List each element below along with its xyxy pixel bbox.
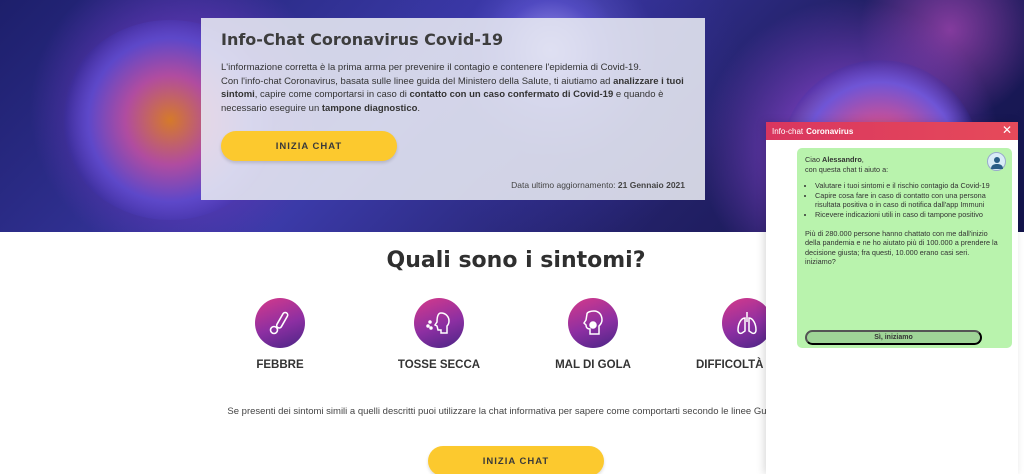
list-item: Valutare i tuoi sintomi e il rischio con… [815, 181, 1004, 191]
intro-paragraph: L'informazione corretta è la prima arma … [221, 61, 685, 115]
symptom-label: MAL DI GOLA [555, 359, 631, 371]
chat-message: Ciao Alessandro, con questa chat ti aiut… [797, 148, 1012, 348]
intro-text: Con l'info-chat Coronavirus, basata sull… [221, 75, 614, 87]
symptom-dry-cough: TOSSE SECCA [369, 298, 509, 371]
symptom-label: TOSSE SECCA [397, 359, 481, 371]
chat-panel: Info-chat Coronavirus ✕ Ciao Alessandro, … [766, 122, 1018, 474]
symptom-sore-throat: MAL DI GOLA [523, 298, 663, 371]
chat-bullet-list: Valutare i tuoi sintomi e il rischio con… [805, 181, 1004, 219]
intro-line: L'informazione corretta è la prima arma … [221, 62, 642, 73]
intro-bold: tampone diagnostico [321, 102, 418, 114]
symptom-fever: FEBBRE [210, 298, 350, 371]
last-update-date: 21 Gennaio 2021 [617, 180, 685, 190]
chat-header-title-bold: Coronavirus [806, 126, 854, 136]
intro-text: . [417, 102, 421, 114]
doctor-avatar-icon [987, 152, 1006, 171]
page-title: Info-Chat Coronavirus Covid-19 [221, 30, 504, 49]
user-name: Alessandro [822, 155, 862, 164]
greeting-prefix: Ciao [805, 155, 823, 164]
confirm-start-button[interactable]: Sì, iniziamo [805, 330, 982, 345]
lungs-icon [722, 298, 772, 348]
chat-header-title: Info-chat [772, 126, 804, 136]
close-icon[interactable]: ✕ [1002, 123, 1012, 137]
start-chat-button-bottom[interactable]: INIZIA CHAT [428, 446, 604, 474]
chat-stats: Più di 280.000 persone hanno chattato co… [805, 228, 998, 257]
thermometer-icon [255, 298, 305, 348]
greeting: Ciao Alessandro, [805, 155, 1004, 165]
chat-question: iniziamo? [805, 257, 836, 267]
symptom-label: FEBBRE [256, 359, 304, 371]
info-card: Info-Chat Coronavirus Covid-19 L'informa… [201, 18, 705, 200]
symptoms-description: Se presenti dei sintomi simili a quelli … [227, 406, 833, 417]
last-update: Data ultimo aggiornamento: 21 Gennaio 20… [511, 180, 685, 190]
last-update-label: Data ultimo aggiornamento: [511, 180, 618, 190]
list-item: Ricevere indicazioni utili in caso di ta… [815, 210, 1004, 220]
chat-intro: con questa chat ti aiuto a: [805, 164, 889, 174]
start-chat-button[interactable]: INIZIA CHAT [221, 131, 397, 161]
greeting-suffix: , [861, 155, 864, 164]
intro-bold: contatto con un caso confermato di Covid… [409, 89, 614, 100]
cough-icon [414, 298, 464, 348]
chat-header: Info-chat Coronavirus ✕ [766, 122, 1018, 140]
list-item: Capire cosa fare in caso di contatto con… [815, 191, 1004, 210]
sore-throat-icon [568, 298, 618, 348]
intro-text: , capire come comportarsi in caso di [254, 89, 410, 100]
